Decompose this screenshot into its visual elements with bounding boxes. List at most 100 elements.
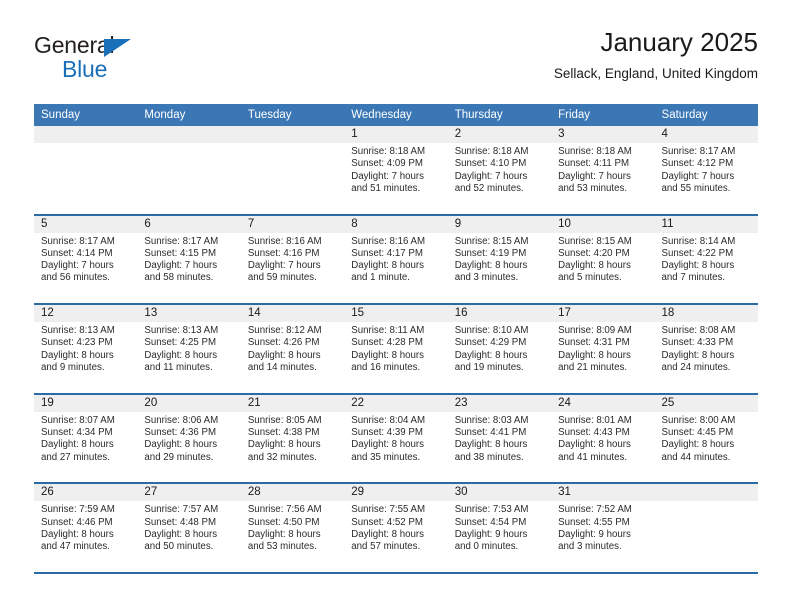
day-cell[interactable]: 26 Sunrise: 7:59 AM Sunset: 4:46 PM Dayligh… — [34, 484, 138, 572]
day-number-band: 4 — [654, 126, 758, 143]
day-number-band: 23 — [447, 394, 552, 412]
daylight-text-line2: and 32 minutes. — [247, 451, 317, 463]
sunrise-text: Sunrise: 7:52 AM — [558, 504, 632, 516]
sunrise-text: Sunrise: 7:57 AM — [144, 504, 219, 516]
sunset-text: Sunset: 4:55 PM — [558, 516, 630, 528]
sunrise-text: Sunrise: 8:18 AM — [351, 146, 426, 157]
day-cell[interactable]: 3 Sunrise: 8:18 AM Sunset: 4:11 PM Daylight… — [551, 126, 655, 214]
day-cell[interactable]: 12 Sunrise: 8:13 AM Sunset: 4:23 PM Dayligh… — [34, 305, 138, 393]
day-cell[interactable]: 2 Sunrise: 8:18 AM Sunset: 4:10 PM Daylight… — [447, 126, 552, 214]
daylight-text-line2: and 3 minutes. — [454, 272, 519, 284]
day-sun-info: Sunrise: 8:09 AM Sunset: 4:31 PM Daylight:… — [551, 322, 654, 374]
sunrise-text: Sunrise: 7:56 AM — [247, 504, 322, 516]
general-blue-logo[interactable]: General Blue — [34, 34, 254, 92]
day-cell[interactable]: 31 Sunrise: 7:52 AM Sunset: 4:55 PM Dayligh… — [551, 484, 655, 572]
sunset-text: Sunset: 4:15 PM — [144, 247, 217, 259]
day-cell[interactable]: 28 Sunrise: 7:56 AM Sunset: 4:50 PM Dayligh… — [240, 484, 345, 572]
day-cell[interactable]: 21 Sunrise: 8:05 AM Sunset: 4:38 PM Dayligh… — [240, 394, 345, 483]
day-cell[interactable]: 10 Sunrise: 8:15 AM Sunset: 4:20 PM Dayligh… — [551, 215, 655, 304]
day-cell[interactable]: 25 Sunrise: 8:00 AM Sunset: 4:45 PM Dayligh… — [654, 394, 758, 483]
day-cell[interactable]: 15 Sunrise: 8:11 AM Sunset: 4:28 PM Dayligh… — [344, 305, 448, 393]
day-cell[interactable]: 27 Sunrise: 7:57 AM Sunset: 4:48 PM Dayligh… — [137, 484, 241, 572]
page-subtitle: Sellack, England, United Kingdom — [553, 65, 758, 81]
daylight-text-line2: and 59 minutes. — [247, 272, 317, 284]
daylight-text-line1: Daylight: 8 hours — [41, 439, 114, 451]
daylight-text-line2: and 3 minutes. — [558, 541, 622, 553]
day-cell[interactable]: 1 Sunrise: 8:18 AM Sunset: 4:09 PM Daylight… — [344, 126, 448, 214]
sunrise-text: Sunrise: 8:17 AM — [41, 235, 115, 247]
daylight-text-line1: Daylight: 8 hours — [144, 439, 218, 451]
day-number: 23 — [454, 396, 468, 409]
daylight-text-line1: Daylight: 8 hours — [351, 349, 424, 361]
weekday-header-tuesday: Tuesday — [247, 109, 292, 121]
day-number-band: 22 — [344, 394, 448, 412]
day-number-band: 25 — [654, 394, 758, 412]
daylight-text-line1: Daylight: 7 hours — [558, 170, 631, 182]
day-number: 6 — [144, 217, 151, 230]
daylight-text-line1: Daylight: 7 hours — [351, 170, 424, 182]
daylight-text-line1: Daylight: 8 hours — [41, 528, 114, 540]
day-sun-info: Sunrise: 8:10 AM Sunset: 4:29 PM Daylight:… — [448, 322, 551, 374]
sunrise-text: Sunrise: 8:14 AM — [661, 235, 736, 247]
daylight-text-line2: and 53 minutes. — [558, 182, 628, 194]
day-number-band: 15 — [344, 305, 448, 323]
day-cell[interactable]: 30 Sunrise: 7:53 AM Sunset: 4:54 PM Dayligh… — [447, 484, 552, 572]
day-cell[interactable]: 13 Sunrise: 8:13 AM Sunset: 4:25 PM Dayligh… — [137, 305, 241, 393]
daylight-text-line1: Daylight: 8 hours — [454, 260, 528, 272]
calendar-week-row: 19 Sunrise: 8:07 AM Sunset: 4:34 PM Dayligh… — [34, 394, 758, 485]
daylight-text-line2: and 52 minutes. — [454, 182, 524, 194]
day-number: 24 — [558, 396, 571, 409]
day-cell[interactable]: 5 Sunrise: 8:17 AM Sunset: 4:14 PM Daylight… — [34, 215, 138, 304]
sunrise-text: Sunrise: 8:18 AM — [454, 146, 529, 157]
day-cell[interactable]: 9 Sunrise: 8:15 AM Sunset: 4:19 PM Daylight… — [447, 215, 552, 304]
day-cell[interactable]: 22 Sunrise: 8:04 AM Sunset: 4:39 PM Dayligh… — [344, 394, 448, 483]
day-cell[interactable]: 4 Sunrise: 8:17 AM Sunset: 4:12 PM Daylight… — [654, 126, 758, 214]
day-sun-info: Sunrise: 8:12 AM Sunset: 4:26 PM Daylight:… — [241, 322, 344, 374]
day-number: 30 — [454, 486, 468, 499]
day-cell[interactable]: 16 Sunrise: 8:10 AM Sunset: 4:29 PM Dayligh… — [447, 305, 552, 393]
daylight-text-line2: and 55 minutes. — [661, 182, 731, 194]
daylight-text-line2: and 0 minutes. — [454, 541, 519, 553]
day-sun-info: Sunrise: 8:18 AM Sunset: 4:09 PM Daylight:… — [344, 143, 447, 195]
daylight-text-line1: Daylight: 8 hours — [558, 439, 631, 451]
day-cell[interactable]: 14 Sunrise: 8:12 AM Sunset: 4:26 PM Dayligh… — [240, 305, 345, 393]
day-sun-info: Sunrise: 8:15 AM Sunset: 4:19 PM Daylight:… — [448, 233, 551, 285]
day-cell[interactable]: 20 Sunrise: 8:06 AM Sunset: 4:36 PM Dayligh… — [137, 394, 241, 483]
daylight-text-line2: and 53 minutes. — [247, 541, 317, 553]
weekday-header-saturday: Saturday — [661, 109, 708, 121]
logo-text-blue: Blue — [62, 56, 108, 82]
day-cell-empty — [654, 484, 758, 572]
day-sun-info: Sunrise: 7:56 AM Sunset: 4:50 PM Daylight:… — [241, 501, 344, 553]
sunset-text: Sunset: 4:39 PM — [351, 427, 423, 439]
day-cell[interactable]: 18 Sunrise: 8:08 AM Sunset: 4:33 PM Dayligh… — [654, 305, 758, 393]
day-cell[interactable]: 8 Sunrise: 8:16 AM Sunset: 4:17 PM Daylight… — [344, 215, 448, 304]
day-cell[interactable]: 7 Sunrise: 8:16 AM Sunset: 4:16 PM Daylight… — [240, 215, 345, 304]
day-number-band: 16 — [447, 305, 552, 323]
sunset-text: Sunset: 4:11 PM — [558, 158, 630, 170]
day-number-band: 17 — [551, 305, 655, 323]
daylight-text-line1: Daylight: 8 hours — [661, 349, 735, 361]
day-number-band: 3 — [551, 126, 655, 143]
sunset-text: Sunset: 4:20 PM — [558, 247, 630, 259]
daylight-text-line1: Daylight: 8 hours — [41, 349, 114, 361]
day-cell[interactable]: 23 Sunrise: 8:03 AM Sunset: 4:41 PM Dayligh… — [447, 394, 552, 483]
day-cell[interactable]: 11 Sunrise: 8:14 AM Sunset: 4:22 PM Dayligh… — [654, 215, 758, 304]
day-number-band: 6 — [137, 215, 241, 233]
day-number-band — [240, 126, 345, 143]
day-number: 28 — [247, 486, 261, 499]
calendar-week-row: 5 Sunrise: 8:17 AM Sunset: 4:14 PM Daylight… — [34, 215, 758, 306]
day-sun-info: Sunrise: 7:57 AM Sunset: 4:48 PM Daylight:… — [137, 501, 240, 553]
page-header: General Blue January 2025 Sellack, Engla… — [34, 28, 758, 98]
sunset-text: Sunset: 4:19 PM — [454, 247, 527, 259]
day-cell[interactable]: 17 Sunrise: 8:09 AM Sunset: 4:31 PM Dayligh… — [551, 305, 655, 393]
day-number-band: 24 — [551, 394, 655, 412]
daylight-text-line2: and 35 minutes. — [351, 451, 421, 463]
day-number: 27 — [144, 486, 158, 499]
day-cell[interactable]: 19 Sunrise: 8:07 AM Sunset: 4:34 PM Dayligh… — [34, 394, 138, 483]
day-cell[interactable]: 6 Sunrise: 8:17 AM Sunset: 4:15 PM Daylight… — [137, 215, 241, 304]
day-cell[interactable]: 24 Sunrise: 8:01 AM Sunset: 4:43 PM Dayligh… — [551, 394, 655, 483]
day-cell[interactable]: 29 Sunrise: 7:55 AM Sunset: 4:52 PM Dayligh… — [344, 484, 448, 572]
day-sun-info: Sunrise: 8:05 AM Sunset: 4:38 PM Daylight:… — [241, 412, 344, 464]
sunrise-text: Sunrise: 8:18 AM — [558, 146, 632, 157]
daylight-text-line1: Daylight: 8 hours — [454, 439, 528, 451]
